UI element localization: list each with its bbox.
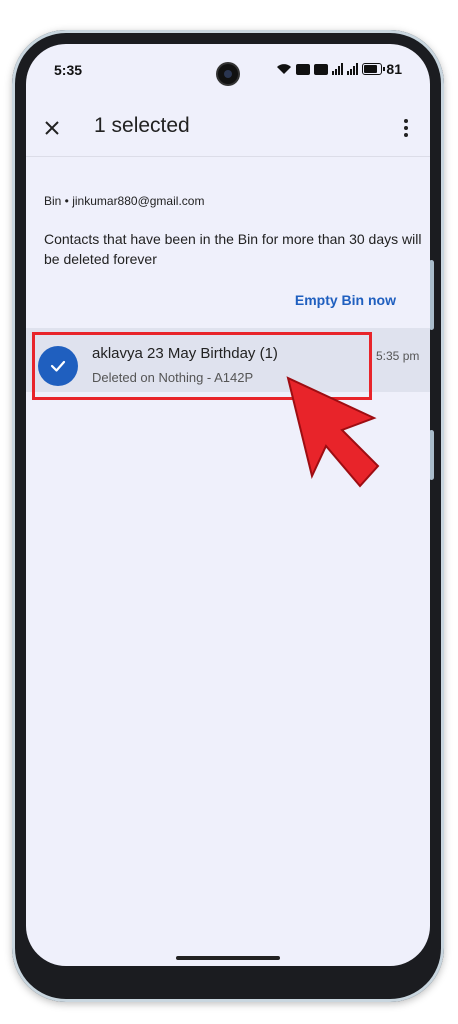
front-camera (218, 64, 238, 84)
volte-icon (296, 63, 311, 75)
home-indicator[interactable] (176, 956, 280, 960)
battery-level: 81 (386, 61, 402, 77)
page-title: 1 selected (94, 114, 190, 137)
volte-lte-icon (314, 63, 329, 75)
more-options-button[interactable] (392, 112, 420, 144)
pointer-arrow-icon (286, 376, 380, 488)
close-button[interactable] (36, 112, 68, 144)
status-bar: 5:35 81 (26, 44, 430, 96)
more-vert-icon (404, 119, 408, 123)
contact-time: 5:35 pm (376, 349, 420, 363)
wifi-icon (277, 64, 292, 74)
status-icons: 81 (276, 61, 402, 77)
bin-notice: Contacts that have been in the Bin for m… (44, 231, 422, 267)
close-icon (45, 121, 59, 135)
screen: 5:35 81 1 selected Bin • jinkumar880@gma… (26, 44, 430, 966)
battery-icon (362, 63, 386, 75)
signal-icon (332, 63, 344, 75)
bin-account: Bin • jinkumar880@gmail.com (44, 194, 205, 208)
status-time: 5:35 (54, 62, 83, 78)
empty-bin-button[interactable]: Empty Bin now (295, 292, 396, 308)
signal-icon (347, 63, 359, 75)
app-bar: 1 selected (26, 100, 430, 157)
